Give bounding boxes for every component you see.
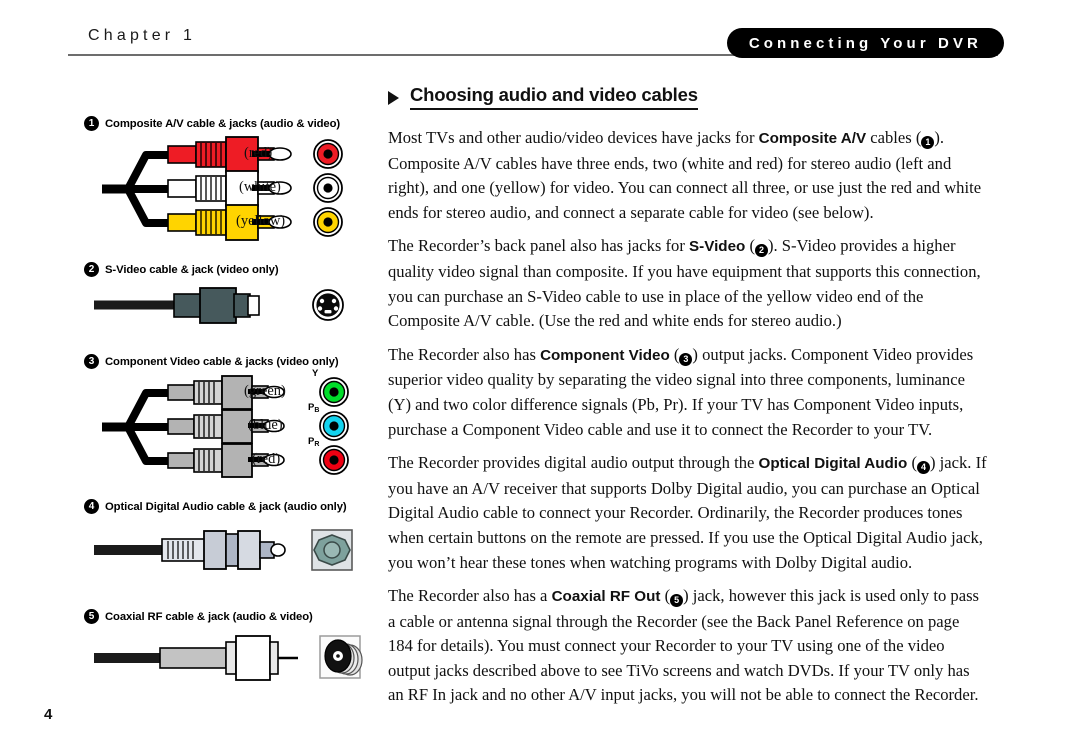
figure-artwork — [84, 514, 380, 592]
jack-coaxial — [319, 635, 363, 679]
figure-coaxial-rf: 5 Coaxial RF cable & jack (audio & video… — [84, 609, 380, 709]
composite-av-diagram — [102, 136, 343, 241]
page-number: 4 — [44, 706, 53, 723]
inline-term: Optical Digital Audio — [758, 455, 908, 473]
figure-caption-text: Composite A/V cable & jacks (audio & vid… — [105, 117, 341, 130]
section-heading-text: Choosing audio and video cables — [410, 84, 698, 110]
section-pill: Connecting Your DVR — [726, 28, 1004, 58]
figure-artwork — [84, 624, 380, 694]
paragraph-component-video: The Recorder also has Component Video (3… — [388, 344, 974, 439]
jack-y-green — [319, 377, 349, 407]
paragraph-composite: Most TVs and other audio/video devices h… — [388, 128, 982, 222]
figure-artwork — [84, 277, 380, 343]
figure-number-badge: 2 — [84, 262, 99, 277]
figure-caption: 3 Component Video cable & jacks (video o… — [84, 354, 380, 369]
figure-caption-text: Component Video cable & jacks (video onl… — [105, 355, 339, 368]
inline-number-badge: 1 — [921, 136, 935, 149]
figure-optical-digital-audio: 4 Optical Digital Audio cable & jack (au… — [84, 499, 380, 609]
inline-term: S-Video — [689, 238, 746, 256]
figure-s-video: 2 S-Video cable & jack (video only) — [84, 262, 380, 354]
jack-tag-pb: PB — [308, 402, 320, 414]
connector-label-blue: (blue) — [248, 417, 283, 433]
paragraph-s-video: The Recorder’s back panel also has jacks… — [388, 236, 981, 331]
optical-digital-audio-diagram — [94, 529, 353, 571]
paragraph-coaxial-rf: The Recorder also has a Coaxial RF Out (… — [388, 586, 979, 705]
jack-white — [313, 173, 343, 203]
coaxial-rf-diagram — [94, 635, 363, 681]
jack-pr-red — [319, 445, 349, 475]
s-video-diagram — [94, 287, 344, 324]
inline-term: Component Video — [540, 346, 670, 364]
jack-optical — [311, 529, 353, 571]
inline-number-badge: 3 — [679, 352, 693, 366]
inline-number-badge: 5 — [670, 594, 684, 608]
body-column: Choosing audio and video cables Most TVs… — [388, 84, 988, 717]
figure-artwork: (red) (white) (yellow) — [84, 131, 380, 251]
jack-s-video — [312, 289, 344, 321]
jack-pb-blue — [319, 411, 349, 441]
inline-term: Coaxial RF Out — [551, 588, 661, 606]
figure-composite-av: 1 Composite A/V cable & jacks (audio & v… — [84, 116, 380, 262]
triangle-bullet-icon — [388, 90, 399, 105]
connector-label-red: (red) — [244, 145, 273, 161]
connector-label-white: (white) — [239, 179, 281, 195]
page-header: Chapter 1 Connecting Your DVR — [0, 14, 1080, 58]
figure-caption: 1 Composite A/V cable & jacks (audio & v… — [84, 116, 380, 131]
figure-caption: 4 Optical Digital Audio cable & jack (au… — [84, 499, 380, 514]
inline-number-badge: 2 — [754, 244, 768, 258]
jack-yellow — [313, 207, 343, 237]
jack-tag-y: Y — [312, 368, 319, 379]
figure-caption-text: Coaxial RF cable & jack (audio & video) — [105, 610, 313, 623]
inline-number-badge: 4 — [917, 461, 930, 475]
figure-column: 1 Composite A/V cable & jacks (audio & v… — [84, 116, 380, 709]
connector-label-green: (green) — [244, 383, 286, 399]
section-pill-label: Connecting Your DVR — [748, 34, 982, 52]
figure-caption: 2 S-Video cable & jack (video only) — [84, 262, 380, 277]
figure-number-badge: 3 — [84, 354, 99, 369]
jack-red — [313, 139, 343, 169]
paragraph-optical-digital-audio: The Recorder provides digital audio outp… — [388, 453, 987, 572]
figure-number-badge: 1 — [84, 116, 99, 131]
component-video-diagram — [102, 375, 349, 478]
chapter-label: Chapter 1 — [88, 27, 197, 44]
figure-number-badge: 5 — [84, 609, 99, 624]
connector-label-red: (red) — [252, 451, 281, 467]
figure-number-badge: 4 — [84, 499, 99, 514]
connector-label-yellow: (yellow) — [236, 213, 286, 229]
figure-caption: 5 Coaxial RF cable & jack (audio & video… — [84, 609, 380, 624]
figure-caption-text: S-Video cable & jack (video only) — [105, 263, 279, 276]
figure-artwork: (green) (blue) (red) Y PB PR — [84, 368, 380, 489]
figure-component-video: 3 Component Video cable & jacks (video o… — [84, 354, 380, 499]
figure-caption-text: Optical Digital Audio cable & jack (audi… — [105, 500, 347, 513]
jack-tag-pr: PR — [308, 436, 320, 448]
inline-term: Composite A/V — [758, 130, 867, 147]
section-heading: Choosing audio and video cables — [388, 84, 988, 110]
